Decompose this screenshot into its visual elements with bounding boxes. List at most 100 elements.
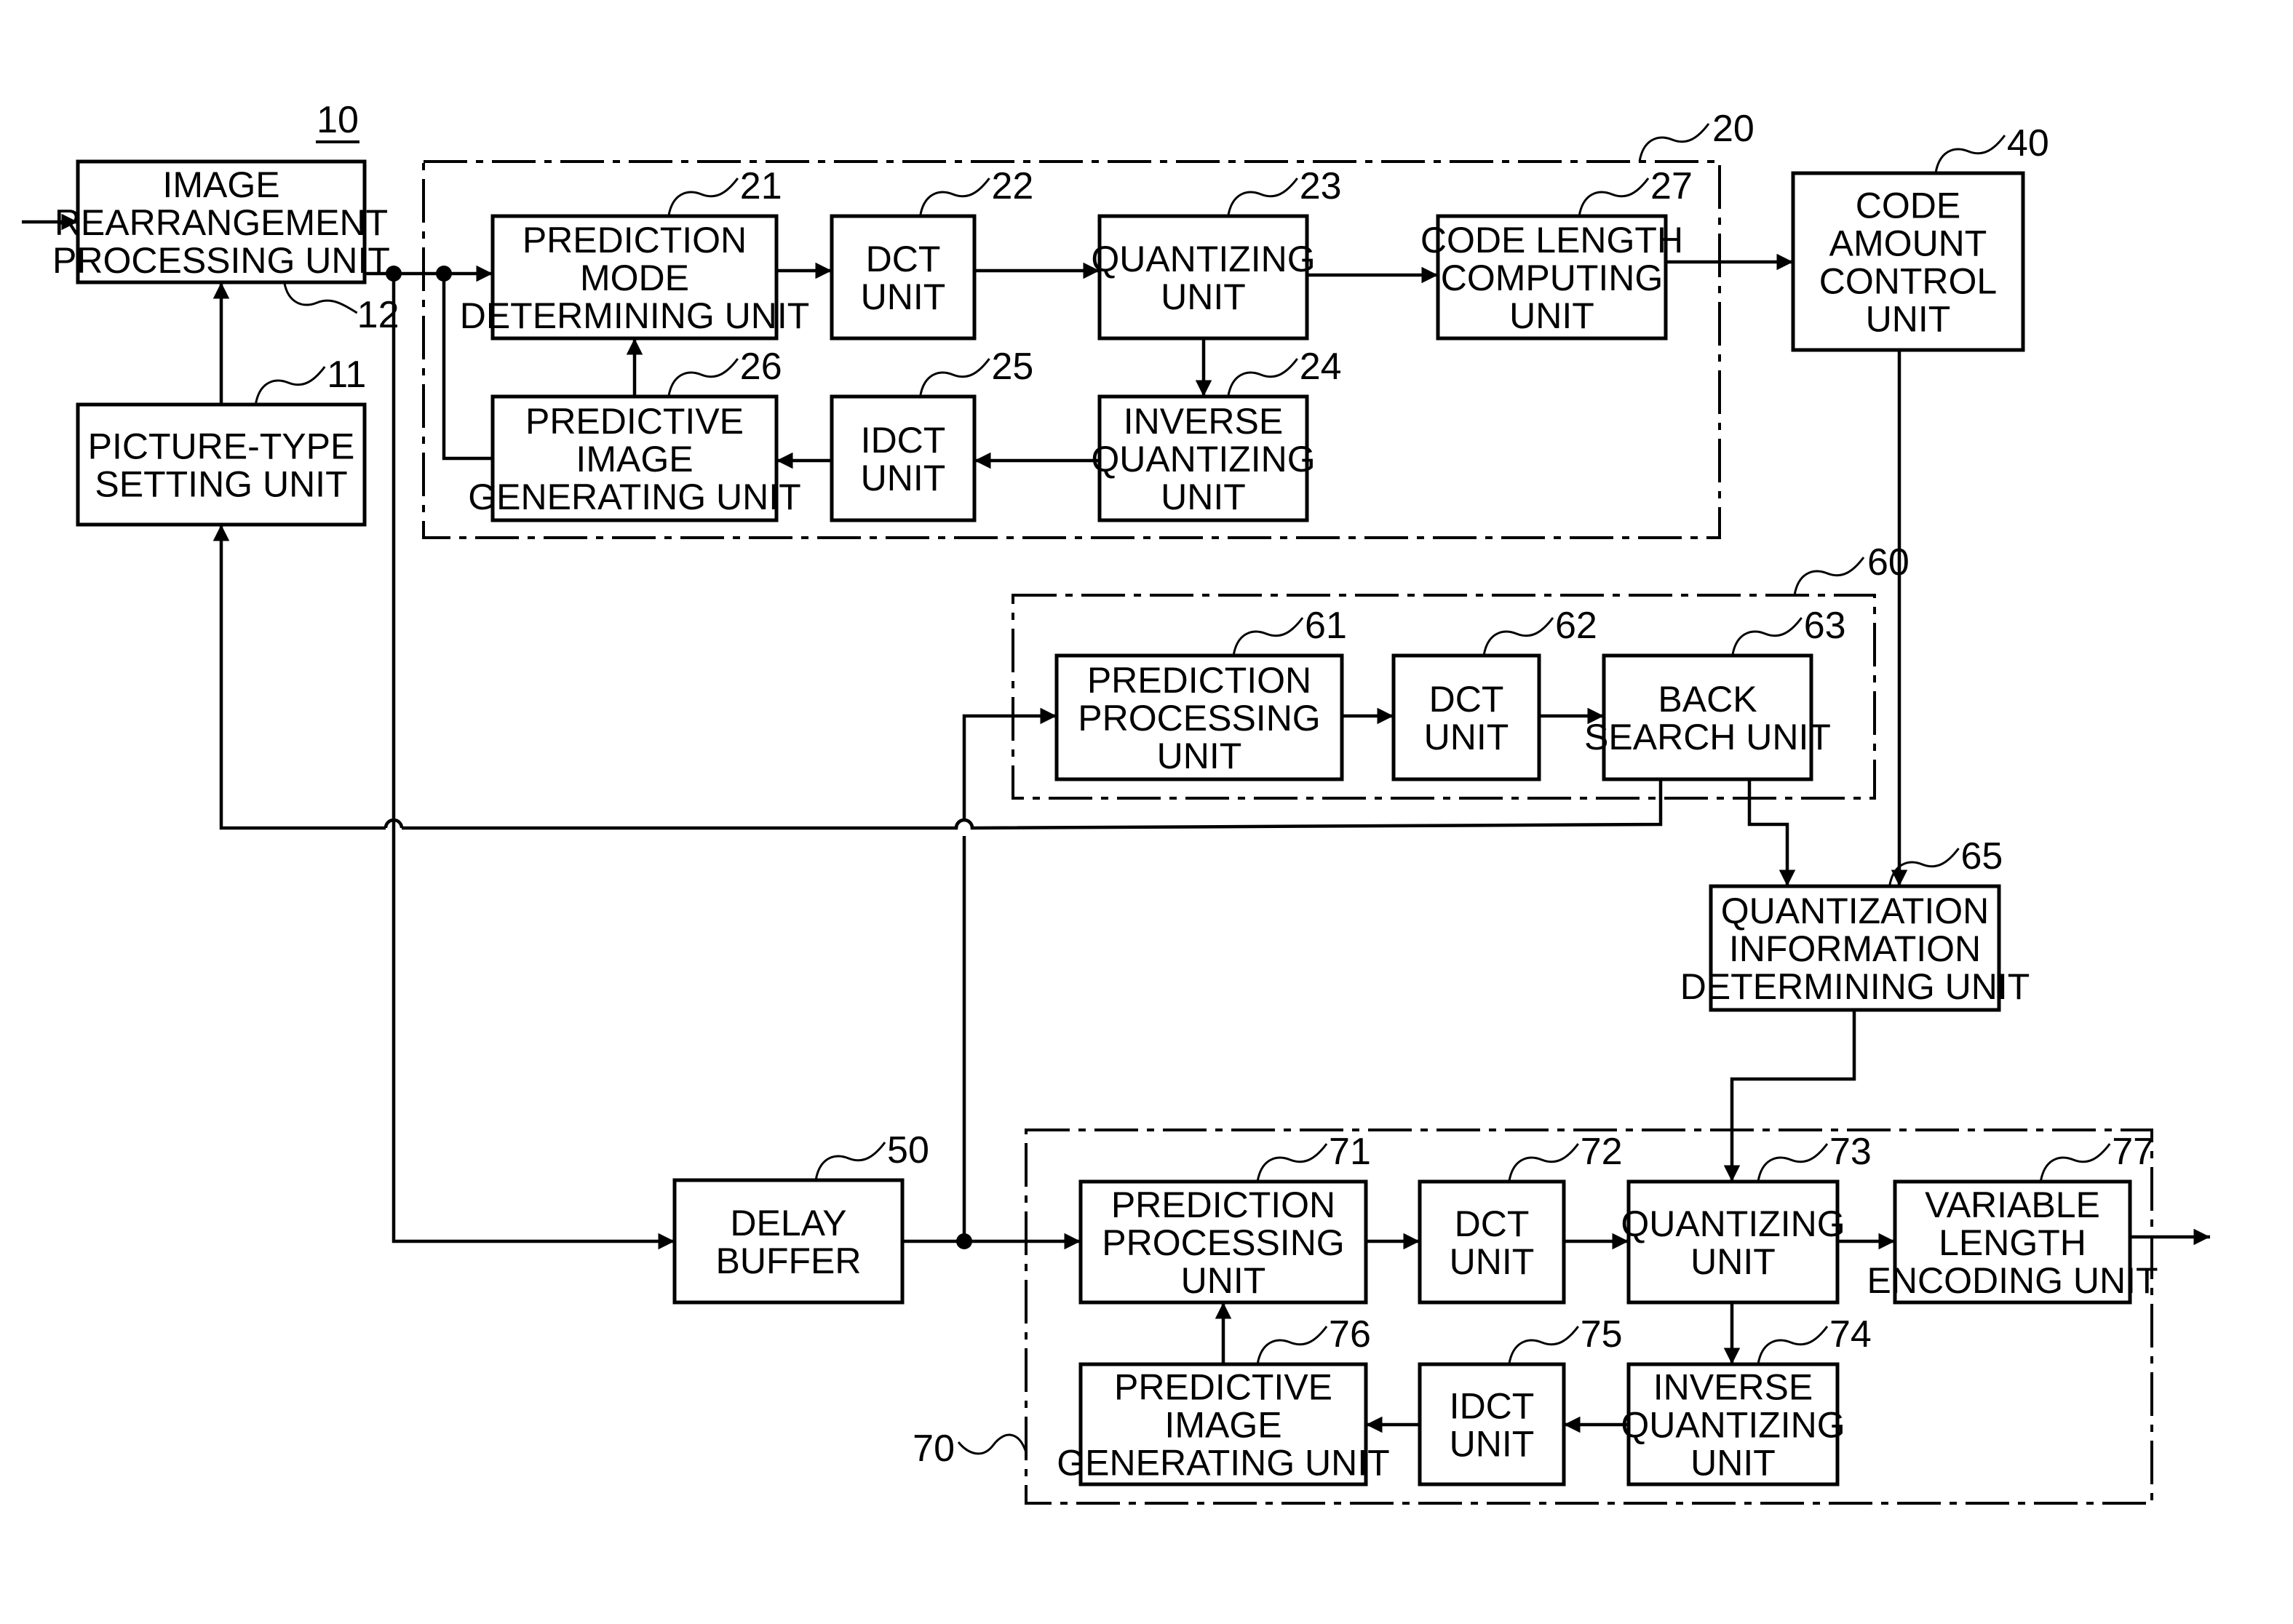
block-ref-label: 73 xyxy=(1829,1131,1872,1173)
block-77[interactable]: VARIABLELENGTHENCODING UNIT 77 xyxy=(1867,1131,2158,1305)
leader-line xyxy=(1934,135,2006,174)
leader-line xyxy=(1731,617,1803,656)
block-label-line: UNIT xyxy=(1690,1241,1776,1282)
leader-line xyxy=(1256,1143,1328,1182)
block-label-line: UNIT xyxy=(1161,477,1246,517)
block-ref-label: 26 xyxy=(740,346,782,388)
group-ref-label: 20 xyxy=(1712,108,1754,150)
block-ref-label: 50 xyxy=(887,1129,929,1171)
leader-line xyxy=(1232,617,1304,656)
block-ref-label: 25 xyxy=(992,346,1034,388)
encoder-block-diagram: 10 206070 IMAGEREARRANGEMENTPROCESSING U… xyxy=(22,99,2210,1505)
block-24[interactable]: INVERSEQUANTIZINGUNIT 24 xyxy=(1091,346,1342,522)
block-label-line: QUANTIZING xyxy=(1091,239,1315,279)
block-27[interactable]: CODE LENGTHCOMPUTINGUNIT 27 xyxy=(1420,165,1693,341)
block-75[interactable]: IDCTUNIT 75 xyxy=(1418,1313,1623,1486)
block-ref-label: 63 xyxy=(1804,605,1846,647)
block-label-line: BUFFER xyxy=(716,1241,862,1281)
block-label-line: UNIT xyxy=(1157,736,1242,776)
block-ref-label: 71 xyxy=(1329,1131,1371,1173)
block-label-line: GENERATING UNIT xyxy=(1057,1443,1389,1484)
block-label-line: INVERSE xyxy=(1124,401,1284,442)
leader-line xyxy=(1508,1143,1579,1182)
block-12[interactable]: IMAGEREARRANGEMENTPROCESSING UNIT 12 xyxy=(52,159,400,336)
leader-line xyxy=(1578,178,1650,217)
block-label-line: DELAY xyxy=(730,1203,846,1243)
block-label-line: COMPUTING xyxy=(1441,258,1664,298)
block-ref-label: 23 xyxy=(1300,165,1342,207)
block-label-line: CODE LENGTH xyxy=(1420,220,1683,260)
block-label-line: PROCESSING xyxy=(1102,1222,1344,1263)
block-label-line: LENGTH xyxy=(1939,1222,2086,1263)
block-label-line: CODE xyxy=(1856,186,1960,226)
block-label-line: UNIT xyxy=(1866,299,1951,340)
block-label-line: UNIT xyxy=(1509,295,1594,336)
group-ref-label: 70 xyxy=(913,1428,955,1470)
block-ref-label: 62 xyxy=(1555,605,1597,647)
block-ref-label: 75 xyxy=(1581,1313,1623,1356)
leader-line xyxy=(1793,557,1865,596)
block-23[interactable]: QUANTIZINGUNIT 23 xyxy=(1091,165,1342,341)
block-61[interactable]: PREDICTIONPROCESSINGUNIT 61 xyxy=(1054,605,1347,781)
block-25[interactable]: IDCTUNIT 25 xyxy=(830,346,1034,522)
block-ref-label: 74 xyxy=(1829,1313,1872,1356)
block-label-line: UNIT xyxy=(1181,1260,1266,1301)
block-label-line: GENERATING UNIT xyxy=(468,477,800,517)
block-ref-label: 72 xyxy=(1581,1131,1623,1173)
block-ref-label: 11 xyxy=(327,354,366,396)
block-63[interactable]: BACKSEARCH UNIT 63 xyxy=(1584,605,1846,781)
block-label-line: INVERSE xyxy=(1653,1367,1813,1408)
block-label-line: AMOUNT xyxy=(1829,223,1987,264)
leader-line xyxy=(1757,1326,1829,1365)
block-ref-label: 22 xyxy=(992,165,1034,207)
block-40[interactable]: CODEAMOUNTCONTROLUNIT 40 xyxy=(1791,122,2049,352)
block-label-line: DETERMINING UNIT xyxy=(460,295,810,336)
block-ref-label: 61 xyxy=(1305,605,1347,647)
leader-line xyxy=(919,178,990,217)
block-label-line: PREDICTION xyxy=(1111,1185,1335,1225)
leader-line xyxy=(667,358,739,397)
block-65[interactable]: QUANTIZATIONINFORMATIONDETERMINING UNIT 6… xyxy=(1680,835,2030,1012)
block-label-line: QUANTIZATION xyxy=(1721,891,1990,931)
block-label-line: SETTING UNIT xyxy=(95,464,347,505)
block-50[interactable]: DELAYBUFFER 50 xyxy=(672,1129,929,1305)
block-ref-label: 12 xyxy=(357,294,400,336)
leader-line xyxy=(1227,178,1298,217)
block-label-line: QUANTIZING xyxy=(1621,1203,1845,1244)
block-label-line: IMAGE xyxy=(1164,1405,1281,1446)
block-62[interactable]: DCTUNIT 62 xyxy=(1391,605,1597,781)
device-ref-label: 10 xyxy=(317,99,359,141)
block-label-line: PROCESSING UNIT xyxy=(52,240,390,281)
block-label-line: UNIT xyxy=(1161,276,1246,317)
block-label-line: REARRANGEMENT xyxy=(55,202,388,243)
block-74[interactable]: INVERSEQUANTIZINGUNIT 74 xyxy=(1621,1313,1872,1486)
leader-line xyxy=(1508,1326,1579,1365)
block-71[interactable]: PREDICTIONPROCESSINGUNIT 71 xyxy=(1078,1131,1371,1305)
leader-line xyxy=(1757,1143,1829,1182)
block-72[interactable]: DCTUNIT 72 xyxy=(1418,1131,1623,1305)
leader-line xyxy=(1227,358,1298,397)
leader-line xyxy=(919,358,990,397)
block-label-line: UNIT xyxy=(1690,1443,1776,1484)
block-label-line: UNIT xyxy=(1450,1424,1535,1465)
block-21[interactable]: PREDICTIONMODEDETERMINING UNIT 21 xyxy=(460,165,810,341)
leader-line xyxy=(1638,123,1710,162)
leader-line xyxy=(667,178,739,217)
block-label-line: PREDICTION xyxy=(522,220,747,260)
leader-line xyxy=(254,366,326,405)
leader-line xyxy=(2039,1143,2111,1182)
block-ref-label: 77 xyxy=(2112,1131,2154,1173)
block-ref-label: 40 xyxy=(2007,122,2049,164)
block-label-line: DCT xyxy=(1455,1203,1530,1244)
block-ref-label: 21 xyxy=(740,165,782,207)
leader-line xyxy=(1256,1326,1328,1365)
block-22[interactable]: DCTUNIT 22 xyxy=(830,165,1034,341)
block-label-line: ENCODING UNIT xyxy=(1867,1260,2158,1301)
block-label-line: UNIT xyxy=(1424,717,1509,757)
block-label-line: PROCESSING xyxy=(1078,698,1320,739)
block-ref-label: 24 xyxy=(1300,346,1342,388)
leader-line xyxy=(957,1433,1028,1455)
block-label-line: DCT xyxy=(866,239,941,279)
block-73[interactable]: QUANTIZINGUNIT 73 xyxy=(1621,1131,1872,1305)
block-ref-label: 27 xyxy=(1650,165,1693,207)
